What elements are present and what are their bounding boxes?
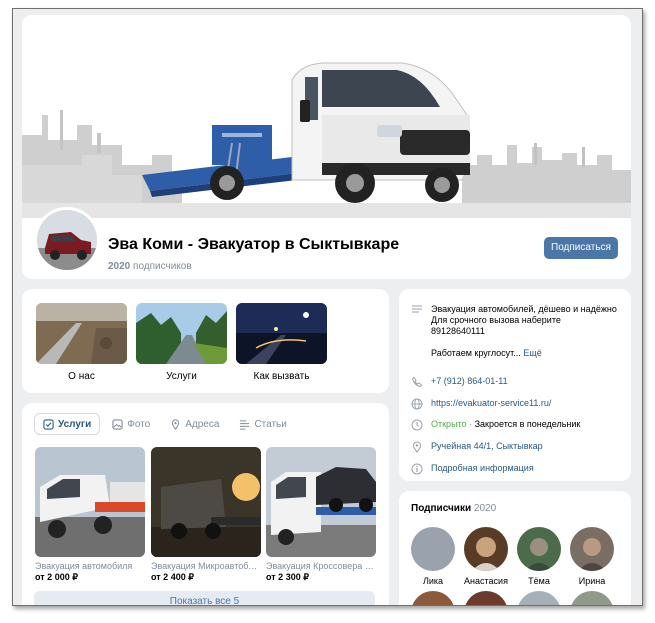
subscribers-block: Подписчики 2020 Лика Анастасия Тёма Ирин… <box>399 491 631 605</box>
address-row[interactable]: Ручейная 44/1, Сыктывкар <box>411 441 543 453</box>
member-name: Анастасия <box>464 576 508 586</box>
checkbox-icon <box>43 418 54 430</box>
description-line: Работаем круглосут... <box>431 348 521 358</box>
status-open: Открыто <box>431 419 467 429</box>
services-tabs: Услуги Фото Адреса Статьи <box>34 413 295 435</box>
cover-image <box>22 15 631 218</box>
subscribers-count[interactable]: 2020 подписчиков <box>108 261 192 272</box>
avatar <box>570 527 614 571</box>
description-row: Эвакуация автомобилей, дёшево и надёжно … <box>411 304 617 359</box>
service-image <box>151 447 261 557</box>
hours-row[interactable]: Открыто · Закроется в понедельник <box>411 419 580 431</box>
service-image <box>266 447 376 557</box>
details-link[interactable]: Подробная информация <box>431 463 534 475</box>
link-tile-services[interactable]: Услуги <box>136 303 227 382</box>
tab-services[interactable]: Услуги <box>34 413 101 435</box>
member-item[interactable]: Тёма <box>514 527 564 586</box>
service-image <box>35 447 145 557</box>
article-icon <box>240 419 250 430</box>
link-label: О нас <box>68 371 95 382</box>
location-icon <box>172 418 180 430</box>
service-name: Эвакуация Кроссовера и внедорожника <box>266 561 376 571</box>
link-tile-how-to-call[interactable]: Как вызвать <box>236 303 327 382</box>
service-price: от 2 300 ₽ <box>266 572 309 582</box>
tab-label: Статьи <box>254 418 287 430</box>
tab-label: Адреса <box>185 418 220 430</box>
link-label: Услуги <box>166 371 197 382</box>
member-item[interactable]: Лика <box>408 527 458 586</box>
description-line: Эвакуация автомобилей, дёшево и надёжно <box>431 304 617 314</box>
subscribers-heading[interactable]: Подписчики 2020 <box>411 503 496 514</box>
services-block: Услуги Фото Адреса Статьи Эвакуация авто… <box>22 403 389 605</box>
link-image-about <box>36 303 127 364</box>
website-row[interactable]: https://evakuator-service11.ru/ <box>411 398 551 410</box>
service-name: Эвакуация Микроавтобуса <box>151 561 261 571</box>
member-name: Ирина <box>578 576 606 586</box>
service-item[interactable]: Эвакуация Кроссовера и внедорожника от 2… <box>266 447 376 583</box>
browser-frame: Эва Коми - Эвакуатор в Сыктывкаре 2020 п… <box>12 8 643 606</box>
subscribe-button[interactable]: Подписаться <box>544 237 618 259</box>
subscribers-word: подписчиков <box>133 261 192 272</box>
service-item[interactable]: Эвакуация автомобиля от 2 000 ₽ <box>35 447 145 583</box>
avatar[interactable] <box>411 591 455 605</box>
link-image-services <box>136 303 227 364</box>
community-header: Эва Коми - Эвакуатор в Сыктывкаре 2020 п… <box>22 15 631 279</box>
website-link[interactable]: https://evakuator-service11.ru/ <box>431 398 551 410</box>
phone-row[interactable]: +7 (912) 864-01-11 <box>411 376 508 388</box>
clock-icon <box>411 419 423 431</box>
avatar[interactable] <box>517 591 561 605</box>
info-block: Эвакуация автомобилей, дёшево и надёжно … <box>399 289 631 481</box>
details-row[interactable]: Подробная информация <box>411 463 534 475</box>
service-price: от 2 400 ₽ <box>151 572 194 582</box>
avatar[interactable] <box>464 591 508 605</box>
avatar <box>411 527 455 571</box>
info-icon <box>411 463 423 475</box>
service-name: Эвакуация автомобиля <box>35 561 133 571</box>
description-more-link[interactable]: Ещё <box>523 348 541 358</box>
phone-icon <box>411 376 423 388</box>
status-separator: · <box>469 419 473 429</box>
member-item[interactable]: Ирина <box>567 527 617 586</box>
phone-link[interactable]: +7 (912) 864-01-11 <box>431 376 508 388</box>
tab-articles[interactable]: Статьи <box>231 413 294 435</box>
tab-addresses[interactable]: Адреса <box>162 413 227 435</box>
description-line: 89128640111 <box>431 326 485 336</box>
link-image-how-to-call <box>236 303 327 364</box>
avatar <box>464 527 508 571</box>
address-link[interactable]: Ручейная 44/1, Сыктывкар <box>431 441 543 453</box>
link-tile-about[interactable]: О нас <box>36 303 127 382</box>
subscribers-number: 2020 <box>108 261 131 272</box>
service-price: от 2 000 ₽ <box>35 572 78 582</box>
description-icon <box>412 305 422 313</box>
avatar[interactable] <box>570 591 614 605</box>
service-item[interactable]: Эвакуация Микроавтобуса от 2 400 ₽ <box>151 447 261 583</box>
tab-photo[interactable]: Фото <box>104 413 158 435</box>
location-icon <box>412 441 422 453</box>
member-name: Тёма <box>528 576 550 586</box>
tab-label: Фото <box>127 418 151 430</box>
photo-icon <box>112 418 123 430</box>
globe-icon <box>411 398 423 410</box>
link-label: Как вызвать <box>253 371 310 382</box>
subscribers-title: Подписчики <box>411 503 472 514</box>
avatar <box>517 527 561 571</box>
tab-label: Услуги <box>58 418 92 430</box>
links-block: О нас Услуги Как вызвать <box>22 289 389 393</box>
member-name: Лика <box>422 576 444 586</box>
community-title: Эва Коми - Эвакуатор в Сыктывкаре <box>108 236 400 253</box>
description-text: Эвакуация автомобилей, дёшево и надёжно … <box>431 304 617 359</box>
subscribers-count-small: 2020 <box>473 503 497 514</box>
show-all-services-button[interactable]: Показать все 5 <box>34 591 375 605</box>
description-line: Для срочного вызова наберите <box>431 315 561 325</box>
status-close: Закроется в понедельник <box>474 419 581 429</box>
member-item[interactable]: Анастасия <box>461 527 511 586</box>
community-avatar[interactable] <box>34 207 100 273</box>
